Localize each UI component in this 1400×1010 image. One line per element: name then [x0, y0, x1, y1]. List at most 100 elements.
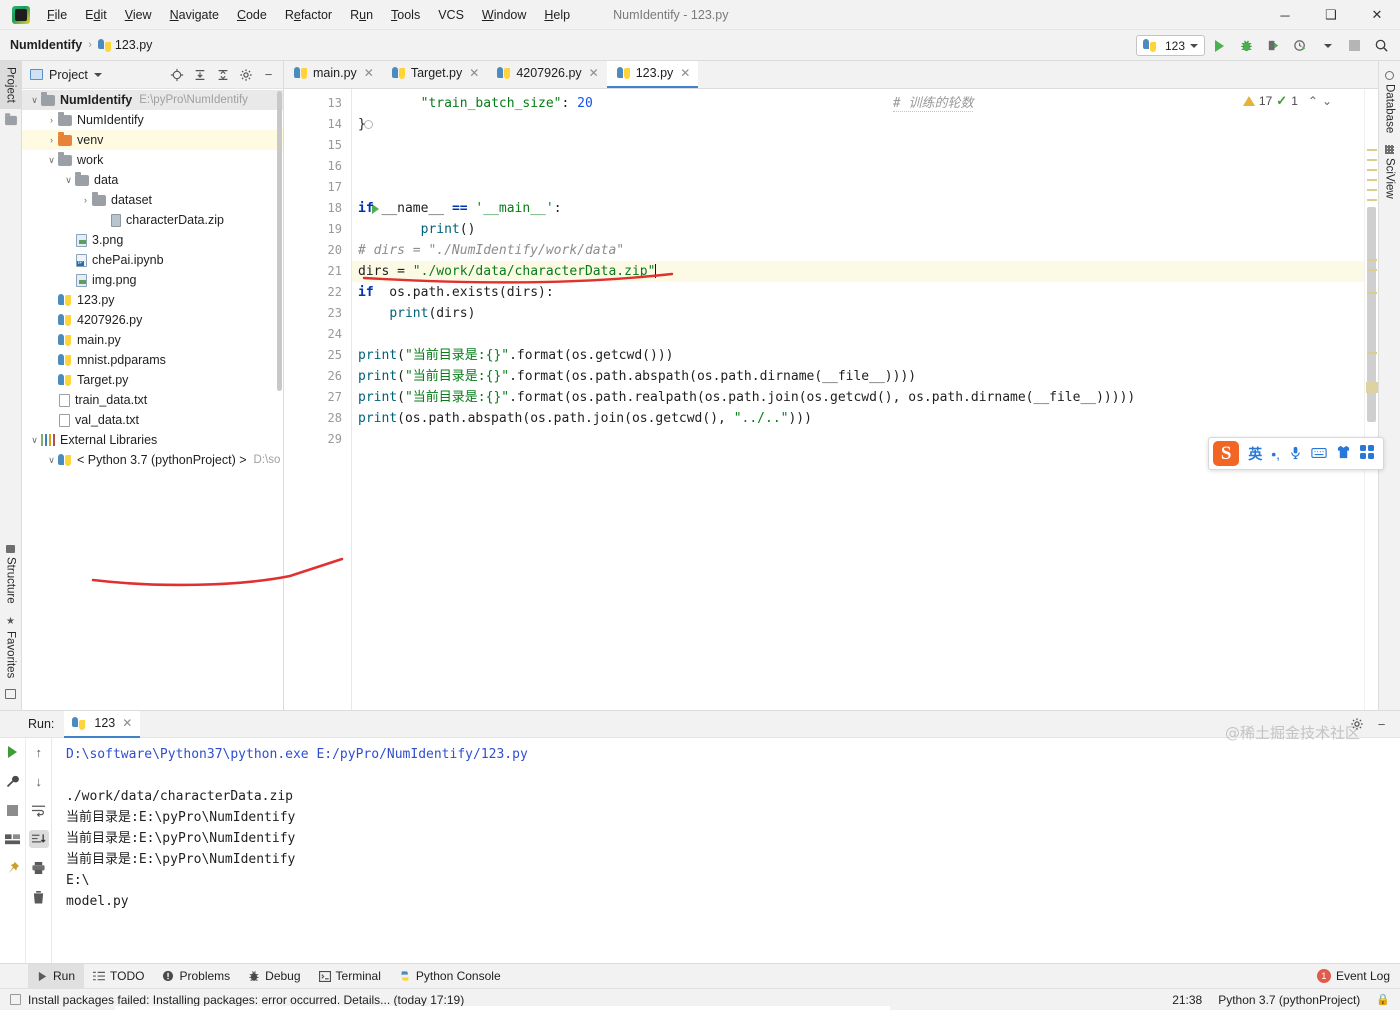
tree-item[interactable]: ∨ work: [22, 150, 283, 170]
tree-item[interactable]: 3.png: [22, 230, 283, 250]
console-line[interactable]: D:\software\Python37\python.exe E:/pyPro…: [66, 744, 1400, 765]
editor-tab[interactable]: 123.py ✕: [606, 60, 699, 88]
expand-arrow-icon[interactable]: ›: [45, 135, 58, 145]
expand-arrow-icon[interactable]: ›: [79, 195, 92, 205]
bottom-tab-todo[interactable]: TODO: [84, 964, 153, 989]
close-button[interactable]: ✕: [1354, 0, 1400, 30]
code-line[interactable]: }: [352, 114, 1364, 135]
close-icon[interactable]: ✕: [589, 66, 599, 80]
ime-keyboard-icon[interactable]: [1311, 446, 1327, 462]
project-scrollbar[interactable]: [277, 91, 282, 391]
code-line[interactable]: print("当前目录是:{}".format(os.path.realpath…: [352, 387, 1364, 408]
code-line[interactable]: [352, 177, 1364, 198]
tree-item[interactable]: › NumIdentify: [22, 110, 283, 130]
minimize-button[interactable]: ─: [1262, 0, 1308, 30]
menu-refactor[interactable]: Refactor: [276, 4, 341, 26]
bottom-tab-problems[interactable]: Problems: [153, 964, 239, 989]
expand-all-icon[interactable]: [189, 64, 210, 85]
tree-item[interactable]: main.py: [22, 330, 283, 350]
event-log-entry[interactable]: 1 Event Log: [1316, 969, 1400, 983]
editor-tab[interactable]: Target.py ✕: [382, 60, 487, 88]
profile-button[interactable]: [1288, 33, 1313, 58]
scroll-from-source-icon[interactable]: [166, 64, 187, 85]
code-line[interactable]: dirs = "./work/data/characterData.zip": [352, 261, 1364, 282]
code-editor[interactable]: 13 14 15 16 17 18 19 20 21 22 23 24 25 26 27 28 29 "trai…: [284, 89, 1378, 710]
close-icon[interactable]: ✕: [364, 66, 374, 80]
bottom-tab-run[interactable]: Run: [28, 963, 85, 989]
tree-item[interactable]: ∨ < Python 3.7 (pythonProject) > D:\so: [22, 450, 283, 470]
coverage-button[interactable]: [1261, 33, 1286, 58]
editor-tab[interactable]: 4207926.py ✕: [487, 60, 606, 88]
ime-punctuation-icon[interactable]: •,: [1271, 446, 1280, 462]
menu-tools[interactable]: Tools: [382, 4, 429, 26]
window-rail-icon[interactable]: [0, 684, 21, 706]
scroll-to-end-icon[interactable]: [28, 830, 49, 848]
tree-item[interactable]: chePai.ipynb: [22, 250, 283, 270]
close-icon[interactable]: ✕: [469, 66, 479, 80]
menu-run[interactable]: Run: [341, 4, 382, 26]
tree-item[interactable]: › dataset: [22, 190, 283, 210]
sidebar-item-structure[interactable]: Structure: [0, 539, 21, 610]
menu-vcs[interactable]: VCS: [429, 4, 473, 26]
bottom-tab-debug[interactable]: Debug: [239, 964, 309, 989]
expand-arrow-icon[interactable]: ›: [45, 115, 58, 125]
collapse-all-icon[interactable]: [212, 64, 233, 85]
close-icon[interactable]: ✕: [122, 716, 132, 730]
bottom-tab-python-console[interactable]: Python Console: [390, 964, 510, 989]
prev-problem-icon[interactable]: ⌃: [1308, 94, 1318, 108]
interpreter-label[interactable]: Python 3.7 (pythonProject): [1218, 993, 1360, 1007]
breadcrumb-file[interactable]: 123.py: [115, 38, 153, 52]
code-line[interactable]: "train_batch_size": 20 # 训练的轮数: [352, 93, 1364, 114]
hide-panel-icon[interactable]: −: [258, 64, 279, 85]
next-problem-icon[interactable]: ⌄: [1322, 94, 1332, 108]
breadcrumb-project[interactable]: NumIdentify: [10, 38, 82, 52]
pin-icon[interactable]: [3, 859, 23, 877]
gear-icon[interactable]: [235, 64, 256, 85]
tree-item[interactable]: ∨ NumIdentify E:\pyPro\NumIdentify: [22, 90, 283, 110]
close-icon[interactable]: ✕: [680, 66, 690, 80]
project-view-chevron-icon[interactable]: [93, 72, 102, 77]
menu-code[interactable]: Code: [228, 4, 276, 26]
expand-arrow-icon[interactable]: ∨: [45, 455, 58, 466]
ime-apps-icon[interactable]: [1360, 445, 1374, 462]
soft-wrap-icon[interactable]: [29, 801, 49, 819]
tree-item[interactable]: img.png: [22, 270, 283, 290]
tree-item[interactable]: 4207926.py: [22, 310, 283, 330]
sidebar-item-project[interactable]: Project: [0, 61, 21, 109]
ime-mic-icon[interactable]: [1289, 445, 1302, 463]
scroll-down-icon[interactable]: ↓: [29, 772, 49, 790]
hide-panel-icon[interactable]: −: [1371, 714, 1392, 735]
code-line[interactable]: if os.path.exists(dirs):: [352, 282, 1364, 303]
code-line[interactable]: if __name__ == '__main__':: [352, 198, 1364, 219]
menu-help[interactable]: Help: [535, 4, 579, 26]
code-line[interactable]: print(): [352, 219, 1364, 240]
menu-view[interactable]: View: [116, 4, 161, 26]
settings-wrench-icon[interactable]: [3, 772, 23, 790]
tree-item[interactable]: val_data.txt: [22, 410, 283, 430]
caret-position[interactable]: 21:38: [1172, 993, 1202, 1007]
code-line[interactable]: [352, 324, 1364, 345]
editor-scrollbar[interactable]: [1364, 89, 1378, 710]
lock-icon[interactable]: 🔒: [1376, 993, 1390, 1007]
expand-arrow-icon[interactable]: ∨: [62, 175, 75, 186]
code-line[interactable]: [352, 156, 1364, 177]
print-icon[interactable]: [29, 859, 49, 877]
menu-edit[interactable]: Edit: [76, 4, 116, 26]
layout-icon[interactable]: [3, 830, 23, 848]
expand-arrow-icon[interactable]: ∨: [28, 95, 41, 106]
tree-item[interactable]: mnist.pdparams: [22, 350, 283, 370]
gear-icon[interactable]: [1346, 714, 1367, 735]
code-line[interactable]: # dirs = "./NumIdentify/work/data": [352, 240, 1364, 261]
editor-tab[interactable]: main.py ✕: [284, 60, 382, 88]
rerun-icon[interactable]: [3, 743, 23, 761]
code-line[interactable]: print("当前目录是:{}".format(os.getcwd())): [352, 345, 1364, 366]
stop-icon[interactable]: [3, 801, 23, 819]
sidebar-item-sciview[interactable]: SciView: [1379, 139, 1400, 205]
sogou-logo-icon[interactable]: S: [1213, 441, 1240, 466]
run-tab-123[interactable]: 123 ✕: [64, 710, 141, 738]
tree-item[interactable]: ∨ External Libraries: [22, 430, 283, 450]
ime-language-mode[interactable]: 英: [1248, 444, 1262, 464]
expand-arrow-icon[interactable]: ∨: [28, 435, 41, 446]
tree-item[interactable]: ∨ data: [22, 170, 283, 190]
sidebar-item-favorites[interactable]: ★ Favorites: [0, 610, 21, 684]
